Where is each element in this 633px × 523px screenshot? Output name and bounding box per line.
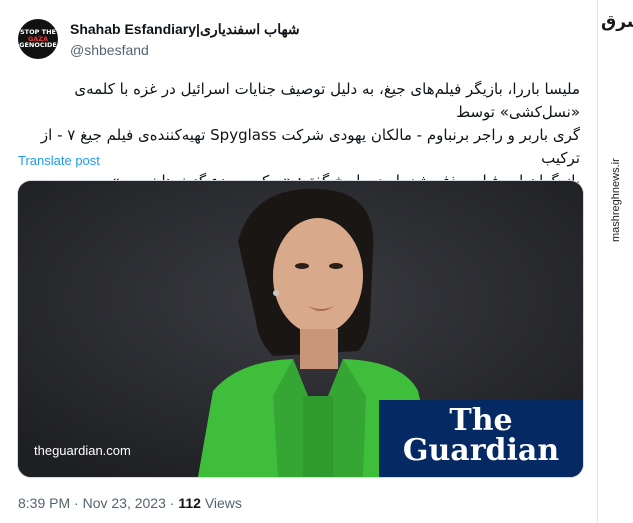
guardian-logo-line1: The — [449, 403, 513, 438]
author-handle[interactable]: @shbesfand — [70, 42, 300, 58]
guardian-logo-line2: Guardian — [402, 433, 560, 468]
tweet-time[interactable]: 8:39 PM — [18, 495, 70, 511]
author-names: Shahab Esfandiary|شهاب اسفندیاری @shbesf… — [70, 21, 300, 58]
tweet-media-image[interactable]: theguardian.com The Guardian — [17, 180, 584, 478]
tweet-text: ملیسا باررا، بازیگر فیلم‌های جیغ، به دلی… — [12, 78, 580, 193]
views-label: Views — [204, 495, 242, 511]
guardian-logo: The Guardian — [379, 400, 583, 477]
translate-post-link[interactable]: Translate post — [18, 153, 100, 168]
watermark-logo: مشرق — [601, 12, 633, 32]
watermark-url: mashreghnews.ir — [610, 158, 622, 242]
link-source-label[interactable]: theguardian.com — [34, 443, 131, 458]
tweet-header: STOP THE GAZA GENOCIDE Shahab Esfandiary… — [18, 16, 578, 62]
meta-separator: · — [74, 495, 79, 511]
tweet-date[interactable]: Nov 23, 2023 — [83, 495, 166, 511]
views-count: 112 — [178, 495, 201, 511]
avatar-text-line3: GENOCIDE — [19, 41, 57, 50]
author-display-name[interactable]: Shahab Esfandiary|شهاب اسفندیاری — [70, 21, 300, 38]
tweet-card: STOP THE GAZA GENOCIDE Shahab Esfandiary… — [0, 0, 598, 523]
watermark-strip — [598, 0, 633, 523]
tweet-meta: 8:39 PM · Nov 23, 2023 · 112 Views — [18, 495, 242, 511]
meta-separator: · — [169, 495, 175, 511]
tweet-text-line: ملیسا باررا، بازیگر فیلم‌های جیغ، به دلی… — [74, 80, 580, 121]
avatar[interactable]: STOP THE GAZA GENOCIDE — [18, 19, 58, 59]
